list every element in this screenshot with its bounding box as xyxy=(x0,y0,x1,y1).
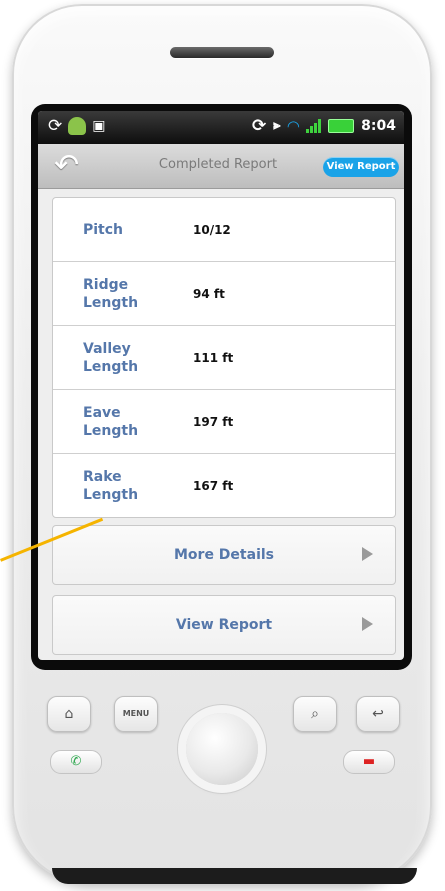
details-list: Pitch 10/12 Ridge Length 94 ft Valley Le… xyxy=(52,197,396,518)
search-icon: ⌕ xyxy=(311,706,319,722)
detail-value: 94 ft xyxy=(193,286,225,301)
more-details-button[interactable]: More Details xyxy=(52,525,396,585)
android-icon xyxy=(68,117,87,135)
back-icon: ↩ xyxy=(372,706,384,722)
sync-icon: ⟳ xyxy=(252,116,267,136)
wifi-icon: ◠ xyxy=(287,117,300,135)
title-bar: ↶ Completed Report View Report xyxy=(38,144,404,189)
menu-button[interactable]: MENU xyxy=(114,696,158,732)
detail-label: Valley Length xyxy=(83,340,139,375)
end-call-icon: ▬ xyxy=(362,754,376,769)
detail-row-pitch: Pitch 10/12 xyxy=(53,198,395,262)
call-button[interactable]: ✆ xyxy=(50,750,102,774)
trackball[interactable] xyxy=(186,713,258,785)
home-icon: ⌂ xyxy=(64,706,74,722)
earpiece-speaker xyxy=(170,47,274,58)
back-button[interactable]: ↩ xyxy=(356,696,400,732)
detail-row-rake-length: Rake Length 167 ft xyxy=(53,454,395,517)
status-time: 8:04 xyxy=(361,118,396,134)
detail-row-ridge-length: Ridge Length 94 ft xyxy=(53,262,395,326)
vibrate-icon: ⫸ xyxy=(273,118,281,133)
home-button[interactable]: ⌂ xyxy=(47,696,91,732)
detail-row-valley-length: Valley Length 111 ft xyxy=(53,326,395,390)
detail-label: Ridge Length xyxy=(83,276,139,311)
view-report-button[interactable]: View Report xyxy=(323,157,399,177)
detail-label: Rake Length xyxy=(83,468,139,503)
view-report-label: View Report xyxy=(175,617,273,633)
status-bar: ⟳ ▣ ⟳ ⫸ ◠ 8:04 xyxy=(38,111,404,144)
chevron-right-icon xyxy=(362,617,373,631)
end-call-button[interactable]: ▬ xyxy=(343,750,395,774)
phone-bottom-edge xyxy=(52,868,417,884)
detail-value: 10/12 xyxy=(193,222,231,237)
screen: ⟳ ▣ ⟳ ⫸ ◠ 8:04 ↶ Completed Report View R… xyxy=(38,111,404,660)
detail-label: Eave Length xyxy=(83,404,139,439)
detail-value: 197 ft xyxy=(193,414,234,429)
back-arrow-icon[interactable]: ↶ xyxy=(54,151,98,181)
sync-icon: ⟳ xyxy=(48,116,63,136)
more-details-label: More Details xyxy=(173,547,274,563)
detail-row-eave-length: Eave Length 197 ft xyxy=(53,390,395,454)
page-title: Completed Report xyxy=(158,157,278,172)
usb-icon: ▣ xyxy=(92,118,106,134)
view-report-row-button[interactable]: View Report xyxy=(52,595,396,655)
chevron-right-icon xyxy=(362,547,373,561)
signal-icon xyxy=(306,119,322,133)
detail-label: Pitch xyxy=(83,221,124,238)
detail-value: 167 ft xyxy=(193,478,234,493)
search-button[interactable]: ⌕ xyxy=(293,696,337,732)
call-icon: ✆ xyxy=(70,754,82,769)
detail-value: 111 ft xyxy=(193,350,234,365)
battery-icon xyxy=(328,119,355,133)
